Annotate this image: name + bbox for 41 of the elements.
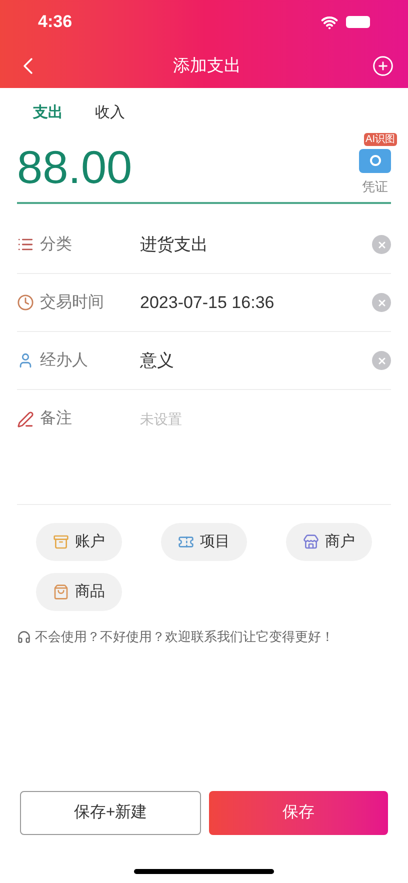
tab[interactable]: 支出 [33,98,63,128]
chip-button[interactable]: 项目 [161,523,247,561]
headset-icon [17,630,31,644]
tab[interactable]: 收入 [95,98,125,128]
close-icon [376,240,386,250]
status-time: 4:36 [38,11,72,34]
plus-icon [372,55,394,77]
wifi-icon [321,14,338,30]
pencil-icon [17,410,34,428]
add-button[interactable] [372,55,394,77]
ticket-icon [178,534,194,550]
chip-button[interactable]: 商户 [286,523,372,561]
clear-button[interactable] [372,351,391,370]
help-text[interactable]: 不会使用？不好使用？欢迎联系我们让它变得更好！ [35,627,334,646]
list-icon [17,236,34,253]
save-new-button[interactable]: 保存+新建 [20,791,201,835]
clear-button[interactable] [372,235,391,254]
chip-button[interactable]: 商品 [36,573,122,611]
save-button[interactable]: 保存 [209,791,388,835]
clear-button[interactable] [372,293,391,312]
field-value[interactable]: 进货支出 [140,232,372,258]
person-icon [17,352,34,369]
chip-button[interactable]: 账户 [36,523,122,561]
amount-value: 88.00 [17,144,132,195]
close-icon [376,356,386,366]
field-value[interactable]: 2023-07-15 16:36 [140,290,372,316]
field-value[interactable]: 意义 [140,348,372,374]
camera-button[interactable] [359,148,391,172]
field-label: 备注 [40,408,73,429]
voucher-label: 凭证 [362,178,388,196]
ai-badge: AI识图 [364,132,397,146]
box-icon [53,534,69,550]
bag-icon [53,584,69,600]
clock-icon [17,294,34,311]
page-title: 添加支出 [173,55,241,78]
close-icon [376,298,386,308]
battery-icon [346,16,370,28]
field-label: 经办人 [40,350,89,370]
store-icon [303,534,319,550]
field-label: 交易时间 [40,292,105,312]
field-label: 分类 [40,234,73,254]
